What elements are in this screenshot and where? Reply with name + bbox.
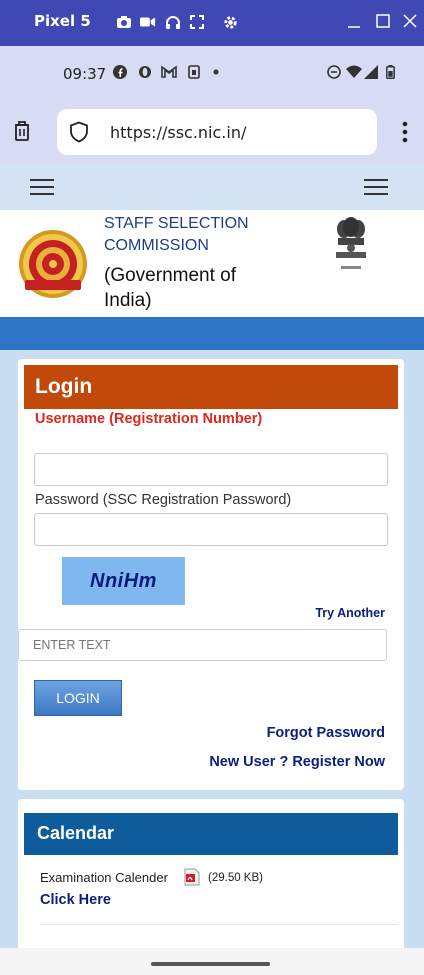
login-title: Login xyxy=(35,375,93,398)
video-icon[interactable] xyxy=(140,14,156,30)
calendar-card: Calendar Examination Calender (29.50 KB)… xyxy=(18,799,404,959)
close-icon[interactable] xyxy=(401,12,419,30)
site-header: STAFF SELECTION COMMISSION (Government o… xyxy=(0,210,424,317)
gmail-icon xyxy=(161,65,177,79)
wifi-icon xyxy=(346,65,362,79)
login-button[interactable]: LOGIN xyxy=(34,680,122,716)
battery-icon xyxy=(386,65,395,79)
settings-icon[interactable] xyxy=(222,14,238,30)
register-link[interactable]: New User ? Register Now xyxy=(209,754,385,770)
trash-icon[interactable] xyxy=(12,120,32,142)
government-text: (Government of India) xyxy=(104,265,236,311)
fullscreen-icon[interactable] xyxy=(189,14,205,30)
camera-icon[interactable] xyxy=(116,14,132,30)
calendar-file-size: (29.50 KB) xyxy=(208,872,263,884)
signal-icon xyxy=(364,65,378,79)
ssc-logo[interactable] xyxy=(17,228,89,300)
url-text[interactable]: https://ssc.nic.in/ xyxy=(110,123,246,142)
captcha-input[interactable] xyxy=(18,629,387,661)
maximize-icon[interactable] xyxy=(374,12,392,30)
navigation-gesture-bar xyxy=(0,948,424,975)
browser-toolbar: https://ssc.nic.in/ xyxy=(0,102,424,164)
pdf-icon[interactable] xyxy=(184,868,200,886)
org-name-line2: COMMISSION xyxy=(104,237,209,254)
divider xyxy=(40,924,398,925)
password-label: Password (SSC Registration Password) xyxy=(35,492,292,508)
login-header: Login xyxy=(24,365,398,409)
clock: 09:37 xyxy=(63,65,107,83)
menu-icon-right[interactable] xyxy=(364,179,388,195)
dot-icon xyxy=(212,65,220,79)
facebook-icon xyxy=(113,65,127,79)
click-here-link[interactable]: Click Here xyxy=(40,892,111,908)
headset-icon[interactable] xyxy=(165,14,181,30)
username-input[interactable] xyxy=(34,453,388,486)
login-card: Login Username (Registration Number) Pas… xyxy=(18,359,404,790)
opera-icon xyxy=(138,65,152,79)
calendar-item-label: Examination Calender xyxy=(40,870,168,885)
site-nav-bar xyxy=(0,164,424,210)
try-another-link[interactable]: Try Another xyxy=(315,606,385,620)
home-gesture-handle[interactable] xyxy=(151,962,270,966)
forgot-password-link[interactable]: Forgot Password xyxy=(267,725,385,741)
password-input[interactable] xyxy=(34,513,388,546)
captcha-image: NniHm xyxy=(62,557,185,605)
dnd-icon xyxy=(327,65,341,79)
blue-banner xyxy=(0,317,424,350)
national-emblem-icon xyxy=(332,216,370,278)
emulator-title-bar: Pixel 5 xyxy=(0,0,424,46)
device-name: Pixel 5 xyxy=(34,12,91,30)
sim-icon xyxy=(188,65,200,79)
calendar-title: Calendar xyxy=(37,823,115,843)
address-bar[interactable]: https://ssc.nic.in/ xyxy=(57,109,377,155)
minimize-icon[interactable] xyxy=(346,12,364,30)
status-bar: 09:37 xyxy=(0,46,424,102)
more-menu-icon[interactable] xyxy=(402,120,408,144)
username-label: Username (Registration Number) xyxy=(35,411,263,427)
shield-icon[interactable] xyxy=(69,121,89,143)
org-name-line1: STAFF SELECTION xyxy=(104,215,249,232)
menu-icon[interactable] xyxy=(30,179,54,195)
calendar-header: Calendar xyxy=(24,813,398,855)
